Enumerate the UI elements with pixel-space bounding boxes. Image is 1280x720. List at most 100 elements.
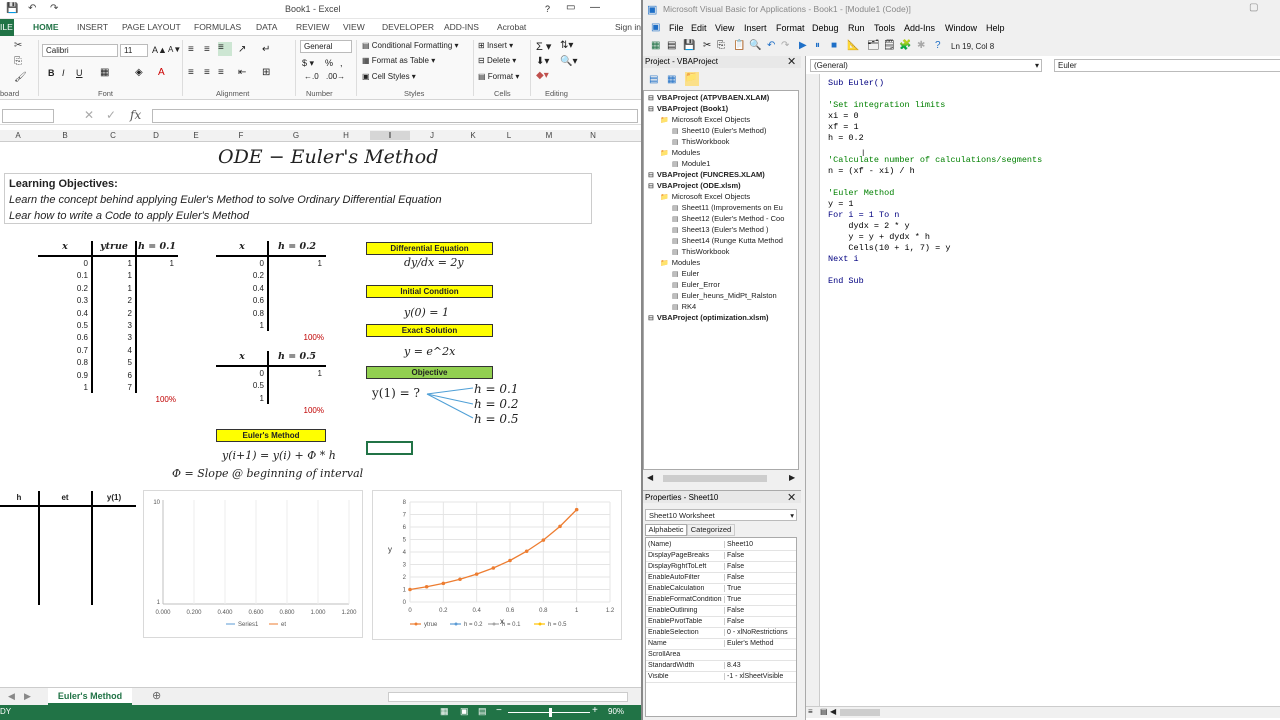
table-cell[interactable]: 3	[92, 333, 132, 342]
tree-item[interactable]: 📁 Microsoft Excel Objects	[660, 115, 750, 124]
tab-formulas[interactable]: FORMULAS	[194, 22, 241, 32]
column-header[interactable]: B	[45, 131, 85, 140]
code-line[interactable]: y = 1	[828, 199, 854, 209]
paste-vba-icon[interactable]: 📋	[733, 40, 745, 51]
cut-icon[interactable]: ✂	[14, 40, 22, 51]
save-vba-icon[interactable]: 💾	[683, 40, 695, 51]
format-cells-button[interactable]: ▤ Format ▾	[478, 72, 519, 81]
menu-help[interactable]: Help	[986, 23, 1005, 33]
close-project-pane-icon[interactable]: ✕	[787, 55, 796, 68]
cancel-icon[interactable]: ✕	[84, 108, 94, 122]
code-window[interactable]: (General) ▾ Euler Sub Euler() 'Set integra…	[805, 56, 1280, 720]
fill-color-icon[interactable]: ◈	[135, 67, 143, 78]
font-color-icon[interactable]: A	[158, 67, 165, 78]
orientation-icon[interactable]: ↗	[238, 44, 246, 55]
table-cell[interactable]: 6	[92, 371, 132, 380]
table-cell[interactable]: 0.5	[38, 321, 88, 330]
menu-window[interactable]: Window	[945, 23, 977, 33]
menu-add-ins[interactable]: Add-Ins	[904, 23, 935, 33]
property-row[interactable]: EnablePivotTable False	[646, 617, 796, 628]
minimize-icon[interactable]: —	[590, 2, 600, 13]
tab-file[interactable]: ILE	[0, 22, 13, 32]
zoom-out-icon[interactable]: −	[496, 705, 502, 716]
underline-button[interactable]: U	[76, 68, 83, 78]
column-header[interactable]: N	[573, 131, 613, 140]
chart-euler[interactable]: 0123456780 0.2 0.4 0.6 0.8 1 1.2xyytrue h = 0.2…	[372, 490, 622, 640]
table-cell[interactable]: 1	[216, 394, 264, 403]
table-cell[interactable]: 2	[92, 309, 132, 318]
normal-view-icon[interactable]: ▦	[440, 706, 449, 717]
tab-review[interactable]: REVIEW	[296, 22, 330, 32]
tab-home[interactable]: HOME	[33, 22, 59, 32]
property-row[interactable]: EnableAutoFilter False	[646, 573, 796, 584]
project-explorer-icon[interactable]: 🗂	[867, 40, 880, 51]
next-sheet-icon[interactable]: ▶	[24, 691, 31, 702]
table-cell[interactable]: 1	[92, 271, 132, 280]
table-cell[interactable]: 0.1	[38, 271, 88, 280]
menu-debug[interactable]: Debug	[812, 23, 839, 33]
worksheet-grid[interactable]: ODE − Euler's Method Learning Objectives…	[0, 142, 628, 687]
increase-decimal-icon[interactable]: ←.0	[304, 72, 319, 81]
undo-vba-icon[interactable]: ↶	[767, 40, 775, 51]
code-hscroll[interactable]: ≡ ▤ ◀	[806, 706, 1280, 718]
column-header[interactable]: F	[221, 131, 261, 140]
scroll-thumb[interactable]	[840, 709, 880, 716]
align-bottom-icon[interactable]: ≡	[218, 42, 232, 56]
scroll-thumb[interactable]	[663, 475, 767, 482]
find-select-icon[interactable]: 🔍▾	[560, 56, 577, 67]
horizontal-scrollbar[interactable]	[388, 692, 628, 702]
column-header[interactable]: G	[276, 131, 316, 140]
page-break-icon[interactable]: ▤	[478, 706, 487, 717]
table-cell[interactable]: 0.8	[216, 309, 264, 318]
code-line[interactable]: End Sub	[828, 276, 864, 286]
tab-insert[interactable]: INSERT	[77, 22, 108, 32]
grow-font-icon[interactable]: A▲	[152, 45, 167, 55]
table-cell[interactable]: 5	[92, 358, 132, 367]
code-line[interactable]: y = y + dydx * h	[828, 232, 930, 242]
table-cell[interactable]: 1	[268, 369, 322, 378]
property-row[interactable]: DisplayRightToLeft False	[646, 562, 796, 573]
property-row[interactable]: Visible -1 - xlSheetVisible	[646, 672, 796, 683]
ribbon-options-icon[interactable]: ▭	[566, 2, 575, 13]
property-row[interactable]: Name Euler's Method	[646, 639, 796, 650]
table-cell[interactable]: 0.9	[38, 371, 88, 380]
column-header[interactable]: L	[489, 131, 529, 140]
tab-alphabetic[interactable]: Alphabetic	[645, 524, 687, 536]
table-cell[interactable]: 4	[92, 346, 132, 355]
number-format-select[interactable]: General	[300, 40, 352, 53]
zoom-thumb[interactable]	[549, 708, 552, 717]
tree-item[interactable]: ▤ RK4	[672, 302, 696, 311]
column-header[interactable]: J	[412, 131, 452, 140]
property-row[interactable]: DisplayPageBreaks False	[646, 551, 796, 562]
tab-acrobat[interactable]: Acrobat	[497, 22, 526, 32]
column-header[interactable]: M	[529, 131, 569, 140]
code-line[interactable]: h = 0.2	[828, 133, 864, 143]
tree-item[interactable]: ▤ Sheet13 (Euler's Method )	[672, 225, 769, 234]
properties-icon[interactable]: 🗒	[883, 40, 896, 51]
italic-button[interactable]: I	[62, 68, 65, 78]
table-cell[interactable]: 0	[216, 259, 264, 268]
table-cell[interactable]: 0.4	[38, 309, 88, 318]
column-header[interactable]: D	[136, 131, 176, 140]
tree-item[interactable]: ▤ Euler	[672, 269, 699, 278]
fill-icon[interactable]: ⬇▾	[536, 56, 549, 67]
tab-categorized[interactable]: Categorized	[687, 524, 735, 536]
save-icon[interactable]: 💾	[6, 3, 18, 14]
run-icon[interactable]: ▶	[799, 40, 807, 51]
property-row[interactable]: StandardWidth 8.43	[646, 661, 796, 672]
table-cell[interactable]: 0	[216, 369, 264, 378]
column-header[interactable]: A	[0, 131, 38, 140]
format-painter-icon[interactable]: 🖌	[14, 72, 27, 83]
code-line[interactable]: dydx = 2 * y	[828, 221, 909, 231]
table-cell[interactable]: 1	[92, 284, 132, 293]
table-cell[interactable]: 0.2	[216, 271, 264, 280]
indent-icon[interactable]: ⇤	[238, 67, 246, 78]
tree-item[interactable]: ▤ ThisWorkbook	[672, 137, 729, 146]
margin-indicator-bar[interactable]	[806, 74, 820, 714]
tree-item[interactable]: ▤ Module1	[672, 159, 710, 168]
redo-icon[interactable]: ↷	[50, 3, 58, 14]
property-row[interactable]: EnableSelection 0 - xlNoRestrictions	[646, 628, 796, 639]
table-cell[interactable]: 1	[268, 259, 322, 268]
menu-tools[interactable]: Tools	[874, 23, 895, 33]
table-cell[interactable]: 0.4	[216, 284, 264, 293]
